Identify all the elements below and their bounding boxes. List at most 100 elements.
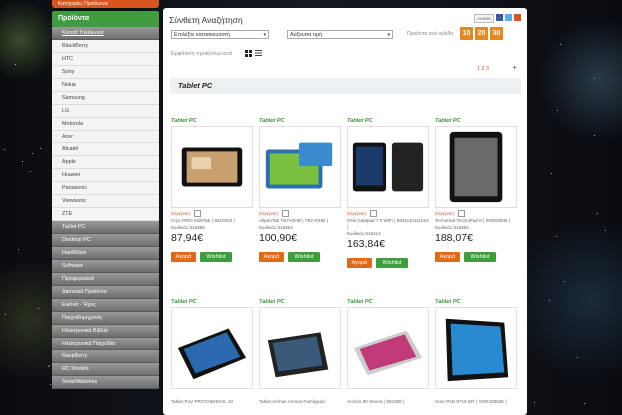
star [559, 43, 561, 45]
compare-row[interactable]: Σύγκριση [347, 210, 429, 218]
sidebar-item[interactable]: Samsung [52, 92, 159, 105]
buy-button[interactable]: Αγορά [259, 252, 284, 262]
sidebar-item[interactable]: Motorola [52, 118, 159, 131]
compare-row[interactable]: Σύγκριση [259, 210, 341, 218]
product-image[interactable] [435, 126, 517, 208]
sidebar-item[interactable]: BlackBerry [52, 40, 159, 53]
product-category[interactable]: Tablet PC [347, 299, 429, 307]
per-page-10-button[interactable]: 10 [460, 27, 473, 40]
buy-button[interactable]: Αγορά [435, 252, 460, 262]
buy-button[interactable]: Αγορά [347, 258, 372, 268]
sidebar-menu: Κινητά Τηλέφωνα BlackBerry HTC Sony Nokia Sam… [52, 27, 159, 390]
sidebar-item[interactable]: HTC [52, 53, 159, 66]
product-name[interactable]: Archos 80 Xenon ( 502386 ) [347, 399, 429, 405]
sidebar-item[interactable]: HardWare [52, 246, 159, 260]
chevron-down-icon: ▾ [387, 32, 390, 38]
star [584, 402, 586, 404]
product-category[interactable]: Tablet PC [435, 118, 517, 126]
view-mode-label: Εμφάνιση προϊόντων ανά [171, 51, 233, 57]
sidebar-item[interactable]: Παιχνιδομηχανές [52, 311, 159, 325]
sidebar-item[interactable]: Ηλεκτρονικά Παιχνίδια [52, 337, 159, 351]
email-icon[interactable] [514, 14, 521, 21]
sidebar-header: Προϊόντα [52, 11, 159, 27]
sidebar-top-tab[interactable]: Κατηγορίες Προϊόντων [52, 0, 159, 8]
sort-select-value: Αύξουσα τιμή [290, 32, 323, 38]
tablet-image [449, 131, 503, 203]
product-card: Tablet PC Xoro PAD 9716 DR ( XOR400536 ) [435, 299, 517, 405]
twitter-icon[interactable] [505, 14, 512, 21]
sidebar-item[interactable]: Sony [52, 66, 159, 79]
product-name[interactable]: Xoro PAD 9716 DR ( XOR400536 ) [435, 399, 517, 405]
grid-view-icon[interactable] [245, 50, 252, 57]
sidebar-item[interactable]: Nokia [52, 79, 159, 92]
product-category[interactable]: Tablet PC [435, 299, 517, 307]
product-image[interactable] [259, 307, 341, 389]
sidebar-item[interactable]: Tablet PC [52, 221, 159, 234]
wishlist-button[interactable]: Wishlist [464, 252, 496, 262]
product-name[interactable]: TechniSat TechniPad 8 ( 0000/9005 ) [435, 218, 517, 224]
star [533, 401, 535, 403]
product-image[interactable] [435, 307, 517, 389]
main-content: Σύνθετη Αναζήτηση SHARE Επιλέξτε κατασκε… [163, 8, 527, 415]
product-name[interactable]: Pelit Galapad 7.0 WiFi ( 8631110111015 ) [347, 218, 429, 230]
product-category[interactable]: Tablet PC [259, 118, 341, 126]
compare-row[interactable]: Σύγκριση [171, 210, 253, 218]
product-image[interactable] [347, 307, 429, 389]
sidebar-item[interactable]: Alcatel [52, 143, 159, 157]
wishlist-button[interactable]: Wishlist [288, 252, 320, 262]
product-category[interactable]: Tablet PC [171, 118, 253, 126]
sidebar-item[interactable]: Acer [52, 131, 159, 144]
sidebar-item[interactable]: Huawei [52, 169, 159, 183]
product-name[interactable]: AllpenTab TB7A0HB ( TB7A0HB ) [259, 218, 341, 224]
product-code: Κωδικός:516353 [435, 225, 469, 230]
sidebar-item[interactable]: Εικόνα - Ήχος [52, 298, 159, 312]
pagination[interactable]: 1 2 3 [477, 66, 489, 72]
product-name[interactable]: Cryo PEDI KidsTab ( 5610030 ) [171, 218, 253, 224]
share-button[interactable]: SHARE [474, 14, 494, 23]
compare-checkbox[interactable] [281, 210, 289, 218]
sidebar-item[interactable]: RaspBerry [52, 350, 159, 364]
sidebar-item[interactable]: Software [52, 259, 159, 273]
compare-checkbox[interactable] [369, 210, 377, 218]
per-page-30-button[interactable]: 30 [490, 27, 503, 40]
plus-icon[interactable]: + [512, 63, 517, 72]
product-name[interactable]: Tablet PoV PROTAB26XXL 10 [171, 399, 253, 405]
wishlist-button[interactable]: Wishlist [376, 258, 408, 268]
sidebar-item[interactable]: Apple [52, 156, 159, 170]
share-bar: SHARE [474, 14, 521, 23]
product-name[interactable]: Tablet Archos Arnova Familypad [259, 399, 341, 405]
facebook-icon[interactable] [496, 14, 503, 21]
sidebar-item[interactable]: SmartWatches [52, 376, 159, 390]
product-category[interactable]: Tablet PC [259, 299, 341, 307]
sidebar-item[interactable]: Desktop PC [52, 234, 159, 247]
product-category[interactable]: Tablet PC [171, 299, 253, 307]
compare-label: Σύγκριση [259, 211, 278, 216]
sidebar-item[interactable]: Viewsonic [52, 195, 159, 209]
product-image[interactable] [171, 126, 253, 208]
per-page-20-button[interactable]: 20 [475, 27, 488, 40]
star [548, 299, 550, 301]
wishlist-button[interactable]: Wishlist [200, 252, 232, 262]
sidebar-item[interactable]: Κινητά Τηλέφωνα [52, 27, 159, 40]
compare-checkbox[interactable] [457, 210, 465, 218]
sort-select[interactable]: Αύξουσα τιμή ▾ [287, 30, 393, 39]
star [37, 307, 39, 309]
sidebar-item[interactable]: LG [52, 105, 159, 118]
sidebar-item[interactable]: RC Models [52, 363, 159, 377]
sidebar-item[interactable]: Δικτυακά Προϊόντα [52, 285, 159, 299]
compare-row[interactable]: Σύγκριση [435, 210, 517, 218]
product-category[interactable]: Tablet PC [347, 118, 429, 126]
tablet-image [177, 328, 247, 380]
sidebar-item[interactable]: Panasonic [52, 182, 159, 196]
product-image[interactable] [347, 126, 429, 208]
buy-button[interactable]: Αγορά [171, 252, 196, 262]
compare-checkbox[interactable] [193, 210, 201, 218]
tablet-image [267, 332, 329, 378]
manufacturer-select[interactable]: Επιλέξτε κατασκευαστή ▾ [171, 30, 269, 39]
sidebar-item[interactable]: ZTE [52, 208, 159, 222]
sidebar-item[interactable]: Ηλεκτρονικά Βιβλία [52, 324, 159, 338]
list-view-icon[interactable] [255, 50, 262, 57]
product-image[interactable] [171, 307, 253, 389]
sidebar-item[interactable]: Περιφερειακά [52, 272, 159, 286]
product-image[interactable] [259, 126, 341, 208]
